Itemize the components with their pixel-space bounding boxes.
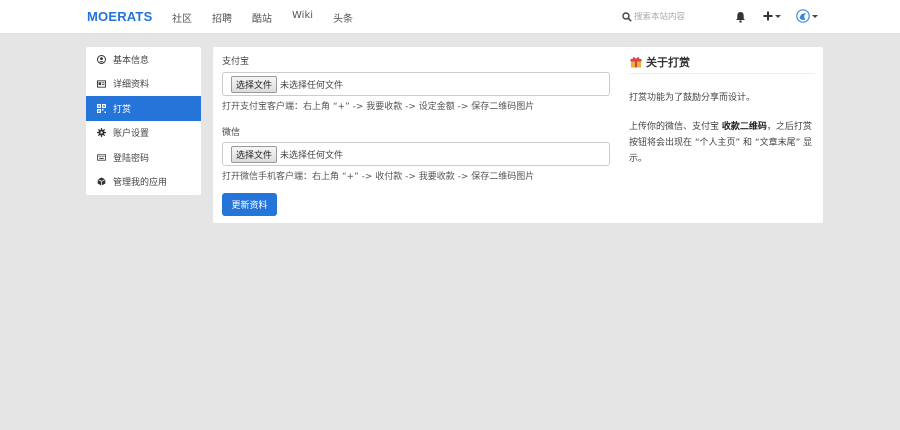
nav-jobs[interactable]: 招聘 xyxy=(212,10,232,25)
divider xyxy=(629,73,815,74)
sidebar-item-account-settings[interactable]: 账户设置 xyxy=(86,121,201,146)
chevron-down-icon xyxy=(812,14,818,18)
user-circle-icon xyxy=(97,54,106,64)
sidebar-item-label: 详细资料 xyxy=(113,80,150,91)
id-card-icon xyxy=(97,79,106,88)
sidebar-item-label: 基本信息 xyxy=(113,55,150,66)
sidebar-item-label: 管理我的应用 xyxy=(113,178,168,189)
about-instructions: 上传你的微信、支付宝 收款二维码，之后打赏按钮将会出现在 “个人主页” 和 “文… xyxy=(629,119,815,167)
nav-wiki[interactable]: Wiki xyxy=(292,10,313,25)
alipay-label: 支付宝 xyxy=(222,57,250,67)
avatar xyxy=(796,9,810,23)
about-description: 打赏功能为了鼓励分享而设计。 xyxy=(629,93,756,103)
about-instructions-pre: 上传你的微信、支付宝 xyxy=(629,122,722,132)
about-title: 关于打赏 xyxy=(630,53,690,71)
gear-icon xyxy=(97,128,106,138)
wechat-hint: 打开微信手机客户端：右上角 “+” -> 收付款 -> 我要收款 -> 保存二维… xyxy=(222,172,535,182)
search-input[interactable] xyxy=(634,12,714,22)
sidebar-item-basic-info[interactable]: 基本信息 xyxy=(86,47,201,72)
main-nav: 社区 招聘 酷站 Wiki 头条 xyxy=(172,10,373,25)
search-box xyxy=(622,10,717,24)
reward-settings-card: 支付宝 选择文件 未选择任何文件 打开支付宝客户端：右上角 “+” -> 我要收… xyxy=(213,47,823,223)
nav-community[interactable]: 社区 xyxy=(172,10,192,25)
sidebar-item-label: 打赏 xyxy=(113,104,132,115)
wechat-label: 微信 xyxy=(222,128,241,138)
alipay-file-status: 未选择任何文件 xyxy=(280,80,344,91)
sidebar-item-details[interactable]: 详细资料 xyxy=(86,72,201,97)
sidebar-item-password[interactable]: 登陆密码 xyxy=(86,145,201,170)
top-navbar: MOERATS 社区 招聘 酷站 Wiki 头条 xyxy=(0,0,900,34)
wechat-file-status: 未选择任何文件 xyxy=(280,150,344,161)
chevron-down-icon xyxy=(775,14,781,18)
gift-icon xyxy=(630,57,642,68)
sidebar-item-label: 登陆密码 xyxy=(113,153,150,164)
plus-icon xyxy=(763,11,773,21)
update-profile-button[interactable]: 更新资料 xyxy=(222,193,277,216)
search-icon xyxy=(622,12,632,22)
sidebar-item-reward[interactable]: 打赏 xyxy=(86,96,201,121)
bell-icon[interactable] xyxy=(735,11,746,23)
nav-headlines[interactable]: 头条 xyxy=(333,10,353,25)
cube-icon xyxy=(97,177,106,186)
alipay-file-input[interactable]: 选择文件 未选择任何文件 xyxy=(222,72,610,96)
keyboard-icon xyxy=(97,153,106,162)
qrcode-icon xyxy=(97,103,106,113)
alipay-hint: 打开支付宝客户端：右上角 “+” -> 我要收款 -> 设定金额 -> 保存二维… xyxy=(222,102,535,112)
settings-sidebar: 基本信息 详细资料 打赏 账户设置 登陆密码 管理我的应用 xyxy=(86,47,201,195)
wechat-choose-file-button[interactable]: 选择文件 xyxy=(231,145,278,163)
create-menu-button[interactable] xyxy=(763,11,781,21)
sidebar-item-label: 账户设置 xyxy=(113,129,150,140)
alipay-choose-file-button[interactable]: 选择文件 xyxy=(231,75,278,93)
wechat-file-input[interactable]: 选择文件 未选择任何文件 xyxy=(222,142,610,166)
user-avatar-menu[interactable] xyxy=(796,9,818,23)
sidebar-item-my-apps[interactable]: 管理我的应用 xyxy=(86,170,201,195)
brand-logo[interactable]: MOERATS xyxy=(87,9,152,24)
nav-sites[interactable]: 酷站 xyxy=(252,10,272,25)
about-instructions-bold: 收款二维码 xyxy=(721,122,767,132)
about-title-text: 关于打赏 xyxy=(646,56,690,69)
